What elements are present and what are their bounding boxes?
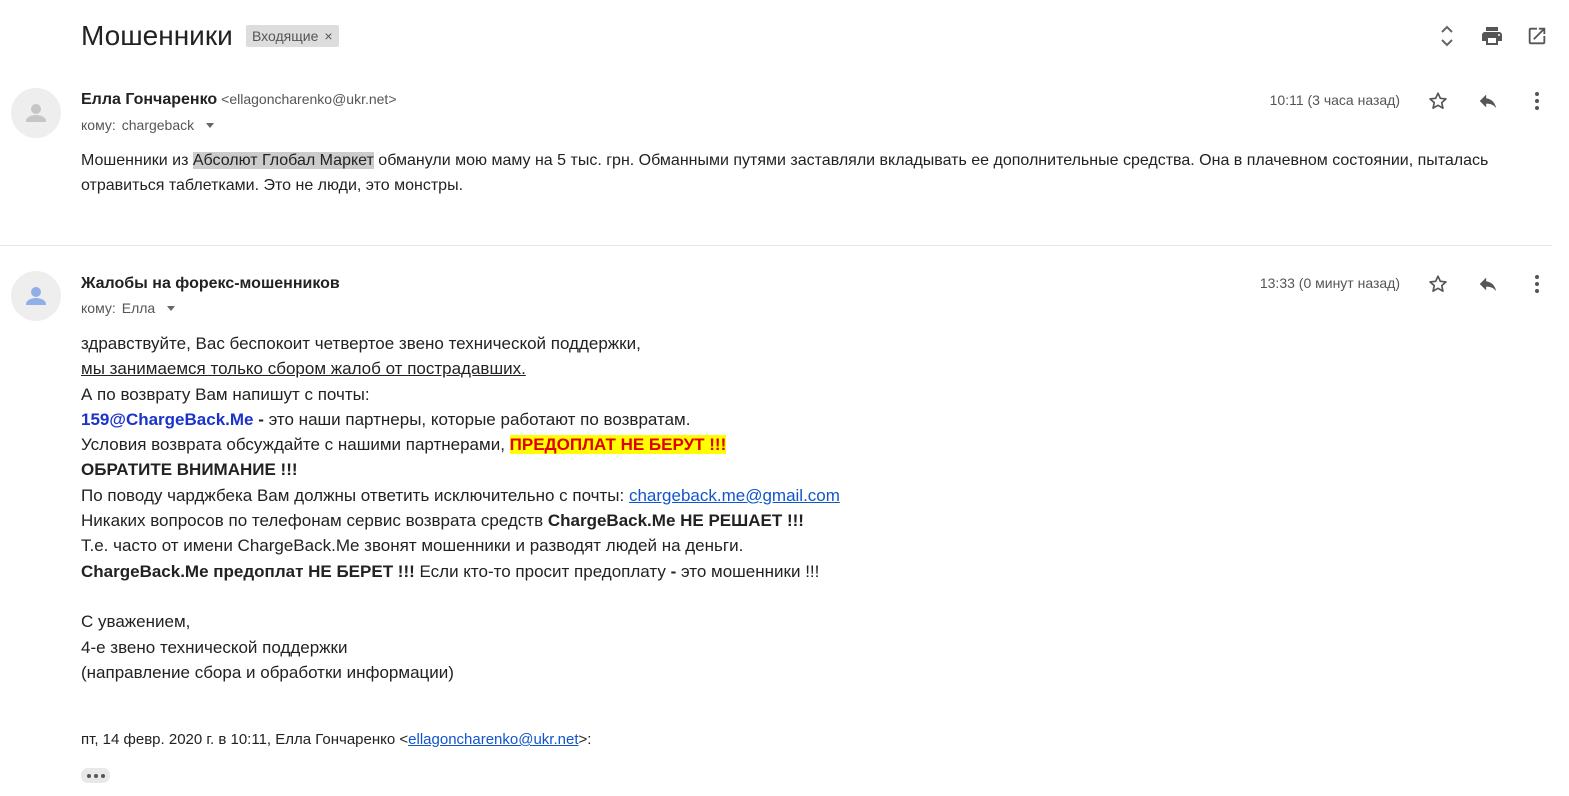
- body-text: обманули мою маму на 5 тыс. грн. Обманны…: [373, 152, 1489, 169]
- message-body: здравствуйте, Вас беспокоит четвертое зв…: [81, 331, 1181, 685]
- more-options-button[interactable]: [1523, 270, 1551, 298]
- body-text: это наши партнеры, которые работают по в…: [268, 409, 691, 429]
- body-line: 4-е звено технической поддержки: [81, 637, 348, 657]
- quoted-message-header: пт, 14 февр. 2020 г. в 10:11, Елла Гонча…: [81, 731, 591, 748]
- quote-email-link[interactable]: ellagoncharenko@ukr.net: [408, 731, 578, 748]
- reply-icon: [1479, 94, 1497, 109]
- body-text: Никаких вопросов по телефонам сервис воз…: [81, 511, 548, 531]
- more-options-button[interactable]: [1523, 87, 1551, 115]
- recipient-line[interactable]: кому: Елла: [81, 300, 176, 316]
- reply-button[interactable]: [1474, 270, 1502, 298]
- sender-email: <ellagoncharenko@ukr.net>: [221, 91, 397, 107]
- person-avatar-icon: [26, 287, 46, 305]
- body-line: Т.е. часто от имени ChargeBack.Me звонят…: [81, 536, 744, 556]
- more-vertical-icon: [1535, 92, 1539, 110]
- dash: -: [253, 409, 269, 429]
- sender-avatar: [11, 88, 61, 138]
- body-text: Если кто-то просит предоплату: [414, 561, 671, 581]
- sender-name: Елла Гончаренко: [81, 91, 218, 108]
- to-name: chargeback: [121, 117, 195, 133]
- expand-all-button[interactable]: [1433, 22, 1461, 50]
- reply-button[interactable]: [1474, 87, 1502, 115]
- star-icon: [1429, 92, 1447, 109]
- show-trimmed-content-button[interactable]: [81, 768, 110, 783]
- message-time: 10:11 (3 часа назад): [1269, 92, 1400, 108]
- chevron-down-icon[interactable]: [206, 122, 215, 128]
- body-line: А по возврату Вам напишут с почты:: [81, 384, 370, 404]
- recipient-line[interactable]: кому: chargeback: [81, 117, 215, 133]
- inbox-label-chip: Входящие ×: [246, 25, 339, 47]
- message-divider: [0, 245, 1552, 246]
- to-prefix: кому:: [81, 300, 116, 316]
- star-button[interactable]: [1424, 270, 1452, 298]
- reply-icon: [1479, 277, 1497, 292]
- message-sender[interactable]: Жалобы на форекс-мошенников: [81, 275, 340, 293]
- star-button[interactable]: [1424, 87, 1452, 115]
- to-prefix: кому:: [81, 117, 116, 133]
- body-line: ОБРАТИТЕ ВНИМАНИЕ !!!: [81, 460, 298, 480]
- quote-suffix: >:: [578, 731, 592, 748]
- underlined-text: мы занимаемся только сбором жалоб от пос…: [81, 359, 526, 379]
- email-subject: Мошенники: [81, 20, 233, 51]
- to-name: Елла: [121, 300, 156, 316]
- body-line: мы занимаемся только сбором жалоб от пос…: [81, 356, 1181, 381]
- warning-highlight: ПРЕДОПЛАТ НЕ БЕРУТ !!!: [509, 435, 727, 455]
- print-icon: [1482, 27, 1502, 45]
- body-line: ChargeBack.Me предоплат НЕ БЕРЕТ !!! Есл…: [81, 559, 1181, 584]
- body-line: Никаких вопросов по телефонам сервис воз…: [81, 508, 1181, 533]
- body-text: это мошенники !!!: [676, 561, 820, 581]
- message-body: Мошенники из Абсолют Глобал Маркет обман…: [81, 148, 1551, 198]
- email-link[interactable]: chargeback.me@gmail.com: [629, 486, 840, 505]
- message-time: 13:33 (0 минут назад): [1259, 275, 1400, 291]
- show-trimmed-content-icon: [86, 773, 91, 778]
- body-text: Мошенники из: [81, 152, 193, 169]
- highlighted-company-name: Абсолют Глобал Маркет: [192, 152, 374, 169]
- body-line: здравствуйте, Вас беспокоит четвертое зв…: [81, 334, 641, 353]
- partner-email: 159@ChargeBack.Me: [81, 409, 254, 429]
- chevron-down-icon[interactable]: [167, 305, 176, 311]
- body-line: Условия возврата обсуждайте с нашими пар…: [81, 432, 1181, 457]
- bold-text: ChargeBack.Me предоплат НЕ БЕРЕТ !!!: [81, 561, 415, 581]
- body-line: По поводу чарджбека Вам должны ответить …: [81, 483, 1181, 508]
- dot: [100, 773, 105, 778]
- star-icon: [1429, 275, 1447, 292]
- bold-text: ChargeBack.Me НЕ РЕШАЕТ !!!: [547, 511, 804, 531]
- body-text: По поводу чарджбека Вам должны ответить …: [81, 485, 629, 505]
- sender-avatar: [11, 271, 61, 321]
- more-vertical-icon: [1535, 275, 1539, 293]
- dot: [93, 773, 98, 778]
- quote-prefix: пт, 14 февр. 2020 г. в 10:11, Елла Гонча…: [81, 731, 409, 748]
- inbox-label-text: Входящие: [252, 28, 319, 44]
- body-line: (направление сбора и обработки информаци…: [81, 662, 454, 682]
- body-line: Мошенники из Абсолют Глобал Маркет обман…: [81, 148, 1551, 173]
- unfold-icon: [1441, 25, 1453, 47]
- remove-label-button[interactable]: ×: [324, 28, 332, 44]
- sender-name: Жалобы на форекс-мошенников: [81, 275, 340, 292]
- person-avatar-icon: [26, 104, 46, 122]
- body-line: 159@ChargeBack.Me - это наши партнеры, к…: [81, 407, 1181, 432]
- print-button[interactable]: [1478, 22, 1506, 50]
- body-line: отравиться таблетками. Это не люди, это …: [81, 177, 464, 194]
- body-line: С уважением,: [81, 612, 191, 632]
- body-text: Условия возврата обсуждайте с нашими пар…: [81, 435, 510, 455]
- message-sender[interactable]: Елла Гончаренко <ellagoncharenko@ukr.net>: [81, 91, 397, 109]
- open-in-new-window-icon: [1528, 27, 1546, 45]
- open-new-window-button[interactable]: [1523, 22, 1551, 50]
